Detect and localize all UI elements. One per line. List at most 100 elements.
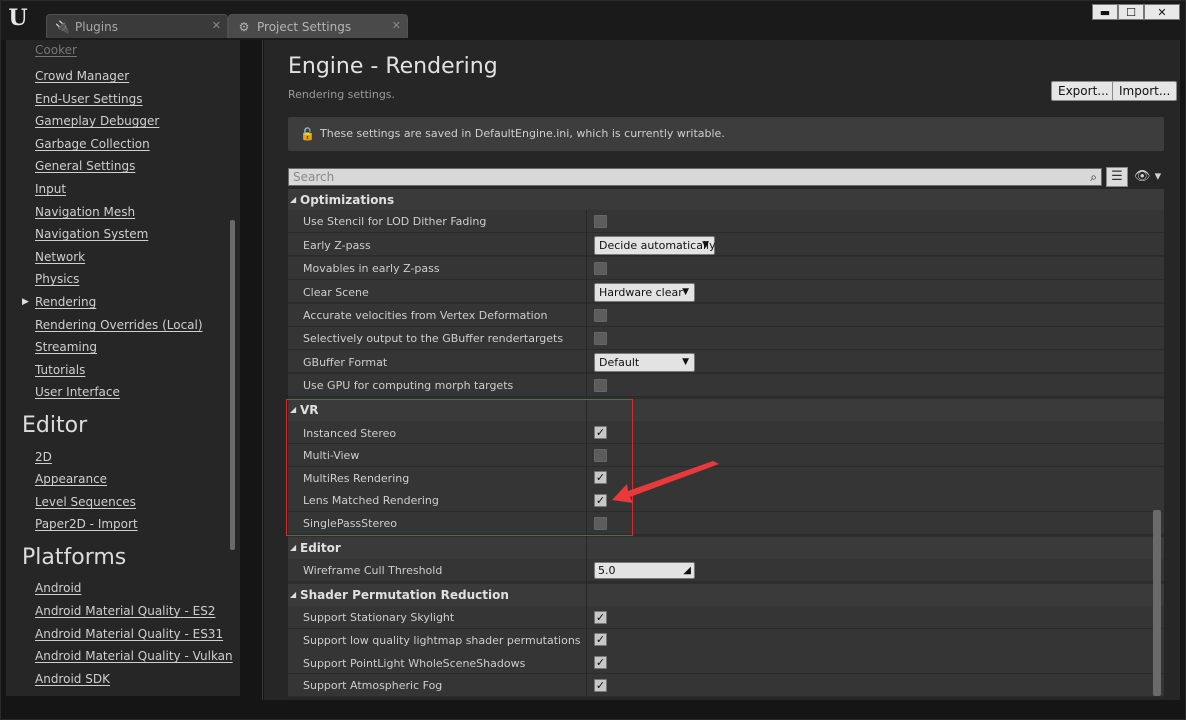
settings-sidebar: Cooker Crowd Manager End-User Settings G… xyxy=(6,40,240,696)
gear-icon: ⚙ xyxy=(237,20,251,34)
search-icon[interactable]: ⌕ xyxy=(1090,169,1097,185)
accurate-velocities-checkbox[interactable] xyxy=(594,309,607,322)
sidebar-item-paper2d-import[interactable]: Paper2D - Import xyxy=(35,517,138,531)
property-row xyxy=(288,280,1164,303)
vr-highlight-box xyxy=(286,399,633,536)
sidebar-item-navigation-system[interactable]: Navigation System xyxy=(35,227,148,241)
sidebar-item-tutorials[interactable]: Tutorials xyxy=(35,363,85,377)
sidebar-item-navigation-mesh[interactable]: Navigation Mesh xyxy=(35,205,135,219)
property-label: Use GPU for computing morph targets xyxy=(303,379,513,392)
atmospheric-fog-checkbox[interactable]: ✓ xyxy=(594,679,607,692)
sidebar-item-physics[interactable]: Physics xyxy=(35,272,79,286)
property-label: GBuffer Format xyxy=(303,356,387,369)
page-title: Engine - Rendering xyxy=(288,54,498,79)
collapse-arrow-icon: ◢ xyxy=(290,584,296,606)
category-title: Editor xyxy=(300,541,341,555)
sidebar-item-user-interface[interactable]: User Interface xyxy=(35,385,120,399)
sidebar-item-crowd-manager[interactable]: Crowd Manager xyxy=(35,69,129,83)
property-label: Support low quality lightmap shader perm… xyxy=(303,634,581,647)
sidebar-item-streaming[interactable]: Streaming xyxy=(35,340,97,354)
category-shader-permutation[interactable]: ◢ Shader Permutation Reduction xyxy=(288,584,1164,606)
details-scrollbar[interactable] xyxy=(1153,510,1161,696)
sidebar-item-rendering-overrides[interactable]: Rendering Overrides (Local) xyxy=(35,318,203,332)
property-label: Use Stencil for LOD Dither Fading xyxy=(303,215,486,228)
title-bar: U 🔌 Plugins ✕ ⚙ Project Settings ✕ ▬ ☐ ✕ xyxy=(0,0,1186,40)
collapse-arrow-icon: ◢ xyxy=(290,537,296,559)
sidebar-item-2d[interactable]: 2D xyxy=(35,450,52,464)
unlock-icon: 🔓 xyxy=(300,117,315,151)
search-input[interactable]: Search ⌕ xyxy=(288,168,1102,186)
category-title: Optimizations xyxy=(300,193,394,207)
sidebar-item-android-vulkan[interactable]: Android Material Quality - Vulkan xyxy=(35,649,233,663)
category-editor[interactable]: ◢ Editor xyxy=(288,537,1164,559)
sidebar-item-cooker[interactable]: Cooker xyxy=(35,43,77,57)
tab-project-settings[interactable]: ⚙ Project Settings ✕ xyxy=(228,14,408,38)
config-notice: 🔓 These settings are saved in DefaultEng… xyxy=(288,117,1164,151)
sidebar-item-general-settings[interactable]: General Settings xyxy=(35,159,135,173)
sidebar-item-android-es31[interactable]: Android Material Quality - ES31 xyxy=(35,627,223,641)
property-label: Clear Scene xyxy=(303,286,369,299)
pane-divider[interactable] xyxy=(262,40,263,700)
sidebar-item-gameplay-debugger[interactable]: Gameplay Debugger xyxy=(35,114,159,128)
property-label: Support Atmospheric Fog xyxy=(303,679,442,692)
search-placeholder: Search xyxy=(293,170,334,184)
gpu-morph-checkbox[interactable] xyxy=(594,379,607,392)
list-view-icon[interactable]: ☰ xyxy=(1106,167,1128,187)
import-button[interactable]: Import... xyxy=(1112,81,1177,101)
stationary-skylight-checkbox[interactable]: ✓ xyxy=(594,611,607,624)
lq-lightmap-checkbox[interactable]: ✓ xyxy=(594,633,607,646)
export-button[interactable]: Export... xyxy=(1051,81,1116,101)
caret-down-icon: ▼ xyxy=(702,237,709,254)
sidebar-section-platforms: Platforms xyxy=(22,545,126,570)
page-subtitle: Rendering settings. xyxy=(288,88,395,101)
sidebar-item-garbage-collection[interactable]: Garbage Collection xyxy=(35,137,150,151)
gbuffer-output-checkbox[interactable] xyxy=(594,332,607,345)
unreal-logo-icon: U xyxy=(6,4,30,32)
caret-down-icon: ▼ xyxy=(682,354,689,371)
property-label: Wireframe Cull Threshold xyxy=(303,564,442,577)
property-row xyxy=(288,233,1164,256)
property-label: Support PointLight WholeSceneShadows xyxy=(303,657,525,670)
selected-arrow-icon: ▶ xyxy=(22,297,29,307)
property-label: Accurate velocities from Vertex Deformat… xyxy=(303,309,547,322)
close-window-button[interactable]: ✕ xyxy=(1144,4,1180,20)
pointlight-shadows-checkbox[interactable]: ✓ xyxy=(594,656,607,669)
wireframe-cull-input[interactable]: 5.0 ◢ xyxy=(594,562,695,579)
stencil-lod-checkbox[interactable] xyxy=(594,215,607,228)
sidebar-item-android-sdk[interactable]: Android SDK xyxy=(35,672,110,686)
close-icon[interactable]: ✕ xyxy=(212,19,221,32)
tab-label: Project Settings xyxy=(257,20,351,34)
clear-scene-dropdown[interactable]: Hardware clear ▼ xyxy=(594,283,695,302)
close-icon[interactable]: ✕ xyxy=(392,19,401,32)
sidebar-scrollbar[interactable] xyxy=(230,220,235,550)
property-label: Support Stationary Skylight xyxy=(303,611,454,624)
sidebar-item-network[interactable]: Network xyxy=(35,250,85,264)
category-title: Shader Permutation Reduction xyxy=(300,588,509,602)
sidebar-item-input[interactable]: Input xyxy=(35,182,66,196)
sidebar-item-android[interactable]: Android xyxy=(35,581,81,595)
property-label: Movables in early Z-pass xyxy=(303,262,440,275)
early-zpass-dropdown[interactable]: Decide automatically ▼ xyxy=(594,236,715,255)
category-optimizations[interactable]: ◢ Optimizations xyxy=(288,189,1164,211)
sidebar-item-rendering[interactable]: Rendering xyxy=(35,295,96,309)
number-value: 5.0 xyxy=(598,564,616,577)
eye-dropdown-icon[interactable]: 👁 ▾ xyxy=(1134,169,1161,184)
sidebar-item-appearance[interactable]: Appearance xyxy=(35,472,107,486)
gbuffer-format-dropdown[interactable]: Default ▼ xyxy=(594,353,695,372)
property-label: Selectively output to the GBuffer render… xyxy=(303,332,563,345)
property-label: Early Z-pass xyxy=(303,239,371,252)
maximize-button[interactable]: ☐ xyxy=(1118,4,1144,20)
minimize-button[interactable]: ▬ xyxy=(1092,4,1118,20)
tab-plugins[interactable]: 🔌 Plugins ✕ xyxy=(46,14,228,38)
drag-handle-icon[interactable]: ◢ xyxy=(683,563,691,578)
sidebar-item-end-user-settings[interactable]: End-User Settings xyxy=(35,92,143,106)
sidebar-item-android-es2[interactable]: Android Material Quality - ES2 xyxy=(35,604,215,618)
collapse-arrow-icon: ◢ xyxy=(290,189,296,211)
sidebar-section-editor: Editor xyxy=(22,413,87,438)
tab-label: Plugins xyxy=(75,20,118,34)
dropdown-value: Default xyxy=(599,356,639,369)
movables-zpass-checkbox[interactable] xyxy=(594,262,607,275)
notice-text: These settings are saved in DefaultEngin… xyxy=(320,127,725,140)
sidebar-item-level-sequences[interactable]: Level Sequences xyxy=(35,495,136,509)
property-row xyxy=(288,350,1164,373)
